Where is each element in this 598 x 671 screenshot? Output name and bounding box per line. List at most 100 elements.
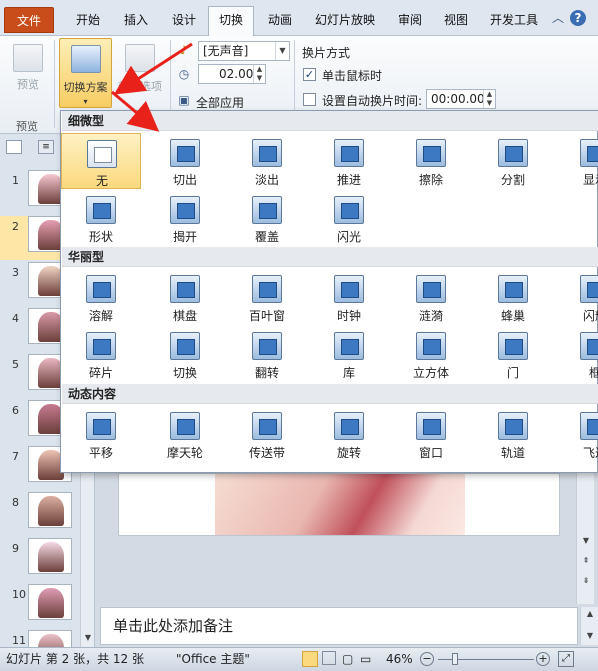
slideshow-view-icon[interactable]: ▭ <box>360 648 371 670</box>
help-icon[interactable]: ? <box>570 10 586 26</box>
transition-option[interactable]: 时钟 <box>309 269 389 325</box>
slide-thumbnail[interactable] <box>28 538 72 574</box>
slides-tab-icon[interactable] <box>6 140 22 154</box>
tab-transitions[interactable]: 切换 <box>208 6 254 36</box>
transition-option[interactable]: 揭开 <box>145 190 225 246</box>
transition-option[interactable]: 蜂巢 <box>473 269 553 325</box>
tab-design[interactable]: 设计 <box>162 7 206 33</box>
previous-slide-icon[interactable]: ⇞ <box>579 554 593 568</box>
transition-label: 旋转 <box>336 446 361 460</box>
transition-option[interactable]: 飞过 <box>555 406 598 462</box>
on-click-checkbox[interactable]: ✓ <box>303 68 316 81</box>
notes-pane[interactable]: 单击此处添加备注 <box>100 607 578 645</box>
transition-option[interactable]: 旋转 <box>309 406 389 462</box>
transition-option[interactable]: 形状 <box>61 190 141 246</box>
transition-scheme-button[interactable]: 切换方案 ▾ <box>59 38 112 108</box>
slide-thumbnail[interactable] <box>28 492 72 528</box>
transition-option[interactable]: 闪光 <box>309 190 389 246</box>
tab-view[interactable]: 视图 <box>434 7 478 33</box>
transition-option[interactable]: 显示 <box>555 133 598 189</box>
transition-option[interactable]: 门 <box>473 326 553 382</box>
slide-number: 11 <box>12 634 26 647</box>
next-slide-icon[interactable]: ⇟ <box>579 574 593 588</box>
transition-option[interactable]: 闪耀 <box>555 269 598 325</box>
slide-number: 9 <box>12 542 19 555</box>
slide-number: 10 <box>12 588 26 601</box>
transition-option[interactable]: 覆盖 <box>227 190 307 246</box>
scroll-down-icon[interactable]: ▼ <box>583 629 597 643</box>
tab-slideshow[interactable]: 幻灯片放映 <box>308 7 382 33</box>
zoom-slider-thumb[interactable] <box>452 653 458 665</box>
minimize-ribbon-icon[interactable]: ︿ <box>550 10 566 26</box>
zoom-out-icon[interactable]: − <box>420 652 434 666</box>
effect-options-button[interactable]: 效果选项 <box>114 38 166 108</box>
transition-label: 百叶窗 <box>248 309 285 323</box>
normal-view-icon[interactable] <box>302 651 318 667</box>
scroll-down-icon[interactable]: ▼ <box>579 534 593 548</box>
duration-spinner[interactable]: ▲ ▼ <box>253 65 265 83</box>
transition-option[interactable]: 平移 <box>61 406 141 462</box>
transition-icon <box>86 196 116 224</box>
transition-option[interactable]: 棋盘 <box>145 269 225 325</box>
notes-scrollbar[interactable]: ▲ ▼ <box>580 607 598 645</box>
transition-option[interactable]: 淡出 <box>227 133 307 189</box>
transition-option[interactable]: 无 <box>61 133 141 189</box>
tab-animations[interactable]: 动画 <box>258 7 302 33</box>
transition-label: 分割 <box>500 173 525 187</box>
tab-review[interactable]: 审阅 <box>388 7 432 33</box>
transition-option[interactable]: 翻转 <box>227 326 307 382</box>
tab-home[interactable]: 开始 <box>66 7 110 33</box>
transition-option[interactable]: 擦除 <box>391 133 471 189</box>
duration-input[interactable]: 02.00 ▲ ▼ <box>198 64 266 84</box>
transition-option[interactable]: 涟漪 <box>391 269 471 325</box>
zoom-in-icon[interactable]: + <box>536 652 550 666</box>
slide-thumbnail[interactable] <box>28 584 72 620</box>
transition-icon <box>498 412 528 440</box>
transition-label: 轨道 <box>500 446 525 460</box>
apply-all-button[interactable]: 全部应用 <box>196 94 244 111</box>
zoom-level[interactable]: 46% <box>386 648 413 670</box>
transition-scheme-gallery: 细微型无 切出 淡出 推进 擦除 分割 显示形状 揭开 覆盖 闪光华丽型溶解 棋盘 百叶窗 时钟 涟漪 蜂巢… <box>60 110 598 473</box>
tab-developer[interactable]: 开发工具 <box>482 7 546 33</box>
transition-option[interactable]: 库 <box>309 326 389 382</box>
transition-option[interactable]: 传送带 <box>227 406 307 462</box>
transition-option[interactable]: 切出 <box>145 133 225 189</box>
transition-option[interactable]: 推进 <box>309 133 389 189</box>
slide-sorter-icon[interactable] <box>322 651 336 665</box>
slide-number: 7 <box>12 450 19 463</box>
outline-tab-icon[interactable]: ≡ <box>38 140 54 154</box>
preview-button[interactable]: 预览 <box>6 40 50 96</box>
transition-icon <box>334 275 364 303</box>
transition-option[interactable]: 轨道 <box>473 406 553 462</box>
transition-icon <box>170 275 200 303</box>
auto-advance-time-value: 00:00.00 <box>431 92 485 106</box>
transition-icon <box>170 139 200 167</box>
time-spinner[interactable]: ▲ ▼ <box>483 90 495 108</box>
sound-select[interactable]: [无声音] ▼ <box>198 41 290 61</box>
transition-option[interactable]: 分割 <box>473 133 553 189</box>
transition-label: 翻转 <box>254 366 279 380</box>
transition-icon <box>252 412 282 440</box>
transition-option[interactable]: 切换 <box>145 326 225 382</box>
transition-icon <box>580 139 598 167</box>
transition-icon <box>170 412 200 440</box>
chevron-down-icon: ▼ <box>275 42 289 60</box>
scroll-down-icon[interactable]: ▼ <box>81 631 95 645</box>
current-slide[interactable] <box>118 473 560 536</box>
reading-view-icon[interactable]: ▢ <box>342 648 353 670</box>
auto-advance-time-input[interactable]: 00:00.00 ▲ ▼ <box>426 89 496 109</box>
transition-option[interactable]: 碎片 <box>61 326 141 382</box>
transition-option[interactable]: 百叶窗 <box>227 269 307 325</box>
fit-to-window-icon[interactable]: ⤢ <box>558 651 574 667</box>
transition-option[interactable]: 窗口 <box>391 406 471 462</box>
transition-label: 棋盘 <box>172 309 197 323</box>
transition-option[interactable]: 立方体 <box>391 326 471 382</box>
auto-advance-checkbox[interactable] <box>303 93 316 106</box>
tab-file[interactable]: 文件 <box>4 7 54 33</box>
transition-label: 门 <box>506 366 519 380</box>
tab-insert[interactable]: 插入 <box>114 7 158 33</box>
transition-option[interactable]: 摩天轮 <box>145 406 225 462</box>
transition-option[interactable]: 框 <box>555 326 598 382</box>
scroll-up-icon[interactable]: ▲ <box>583 607 597 621</box>
transition-option[interactable]: 溶解 <box>61 269 141 325</box>
